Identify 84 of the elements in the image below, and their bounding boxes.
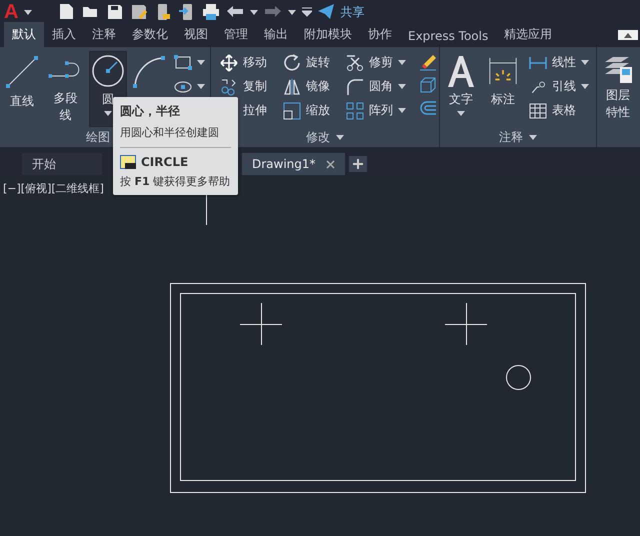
ribbon-tab[interactable]: 输出 (256, 22, 296, 47)
caret-icon (529, 134, 537, 140)
rectangle-icon (174, 54, 192, 72)
table-icon (529, 102, 547, 120)
modify-tool-button[interactable]: 缩放 (280, 101, 333, 120)
arc-icon (131, 54, 168, 90)
save-icon[interactable] (106, 3, 124, 21)
ribbon-tab[interactable]: 管理 (216, 22, 256, 47)
modify-tool-button[interactable]: 移动 (217, 53, 270, 72)
layer-properties-button[interactable]: 图层特性 (599, 51, 637, 127)
scale-icon (283, 102, 301, 120)
caret-icon (24, 10, 32, 14)
annotation-tool-button[interactable]: 文字 (442, 51, 480, 127)
caret-icon (581, 84, 589, 89)
caret-icon (398, 84, 406, 89)
modify-tool-button[interactable]: 复制 (217, 77, 270, 96)
caret-icon (457, 111, 465, 116)
modify-tool-button[interactable]: 圆角 (343, 77, 409, 96)
caret-icon (104, 111, 112, 116)
four-arrow-icon (220, 54, 238, 72)
document-tab[interactable]: 开始 (22, 153, 102, 175)
panel-title[interactable]: 修改 (306, 128, 330, 146)
caret-icon (581, 60, 589, 65)
new-tab-button[interactable] (348, 156, 367, 172)
modify-tool-button[interactable]: 旋转 (280, 53, 333, 72)
ribbon-tab[interactable]: 视图 (176, 22, 216, 47)
document-tab[interactable]: Drawing1* (242, 153, 345, 175)
tooltip-description: 用圆心和半径创建圆 (120, 125, 220, 140)
circle-shape (506, 365, 531, 390)
ribbon-tab[interactable]: 参数化 (124, 22, 176, 47)
modify-tool-button[interactable]: 修剪 (343, 53, 409, 72)
customize-icon[interactable] (302, 7, 312, 17)
paper-plane-icon[interactable] (318, 4, 334, 20)
modify-tool-button[interactable]: 镜像 (280, 77, 333, 96)
caret-icon (288, 10, 296, 14)
ribbon-tab[interactable]: Express Tools (400, 25, 496, 47)
annotation-tool-button[interactable]: 线性 (526, 53, 592, 72)
panel-title[interactable]: 注释 (499, 128, 523, 146)
eraser-icon[interactable] (419, 53, 437, 71)
help-hint: 按 F1 键获得更多帮助 (120, 174, 231, 189)
annotation-tool-button[interactable]: 标注 (482, 51, 524, 127)
modify-tool-button[interactable]: 阵列 (343, 101, 409, 120)
plus-icon (352, 159, 363, 169)
offset-icon[interactable] (419, 99, 437, 117)
panel-title[interactable]: 绘图 (86, 128, 110, 146)
caret-icon (624, 32, 632, 38)
caret-icon (250, 10, 258, 14)
annotation-tool-button[interactable]: 引线 (526, 77, 592, 96)
command-icon (120, 155, 136, 169)
scissors-icon (346, 54, 364, 72)
cross-mark (444, 302, 488, 346)
line-icon (4, 54, 40, 90)
ribbon-tab[interactable]: 注释 (84, 22, 124, 47)
fillet-icon (346, 78, 364, 96)
letter-a-icon (446, 54, 476, 88)
annotation-tool-button[interactable]: 表格 (526, 101, 592, 120)
draw-tool-button[interactable]: 直线 (2, 51, 42, 127)
caret-icon (197, 84, 206, 89)
caret-icon (197, 60, 206, 65)
caret-icon (398, 60, 406, 65)
undo-icon[interactable] (226, 5, 244, 19)
command-name: CIRCLE (141, 155, 188, 169)
print-icon[interactable] (202, 3, 220, 21)
ribbon-tab[interactable]: 附加模块 (296, 22, 360, 47)
viewport-controls[interactable]: [−][俯视][二维线框] (3, 181, 104, 196)
mirror-icon (283, 78, 301, 96)
ribbon-tab[interactable]: 精选应用 (496, 22, 560, 47)
close-icon[interactable] (326, 160, 335, 168)
save-as-icon[interactable] (130, 3, 148, 21)
redo-icon[interactable] (264, 5, 282, 19)
rotate-icon (283, 54, 301, 72)
caret-icon (398, 108, 406, 113)
collapse-ribbon-button[interactable] (618, 30, 638, 40)
ribbon-tab[interactable]: 协作 (360, 22, 400, 47)
grid-icon (346, 102, 364, 120)
share-label[interactable]: 共享 (340, 4, 364, 20)
draw-tool-button[interactable]: 多段线 (44, 51, 88, 127)
cross-mark (240, 302, 282, 346)
caret-icon (336, 134, 344, 140)
ribbon-tab[interactable]: 默认 (4, 22, 44, 47)
layers-icon (603, 54, 633, 84)
cube-icon[interactable] (419, 76, 437, 94)
ribbon-tab[interactable]: 插入 (44, 22, 84, 47)
circle-icon (91, 54, 126, 88)
